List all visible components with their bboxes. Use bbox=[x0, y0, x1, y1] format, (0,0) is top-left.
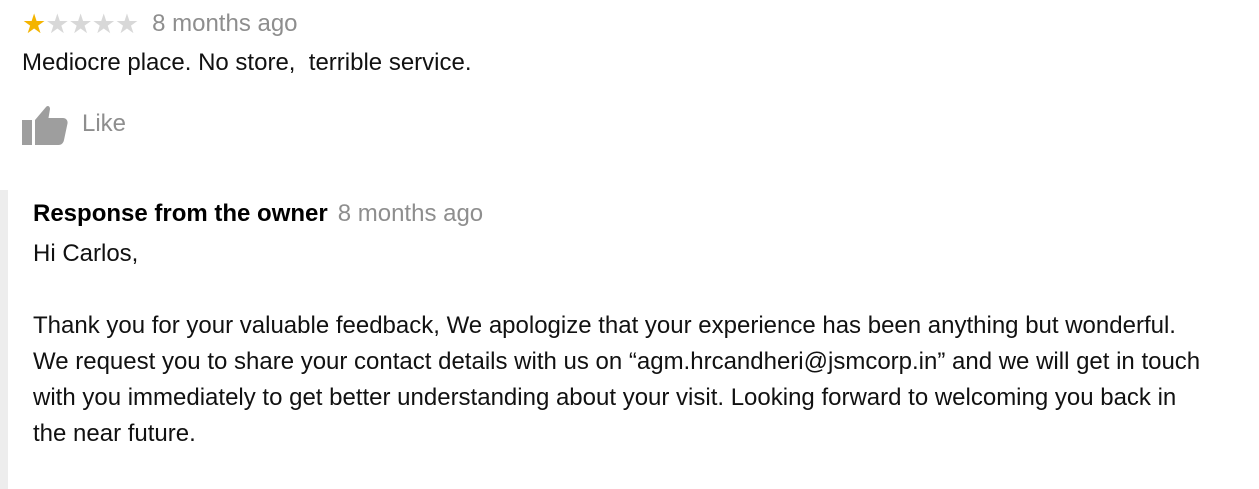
owner-response-greeting: Hi Carlos, bbox=[33, 240, 139, 267]
owner-response-body: Hi Carlos, Thank you for your valuable f… bbox=[33, 236, 1213, 452]
owner-response-header: Response from the owner 8 months ago bbox=[33, 200, 1222, 234]
owner-response-date: 8 months ago bbox=[337, 200, 484, 227]
review-text: Mediocre place. No store, terrible servi… bbox=[22, 49, 472, 76]
review-date: 8 months ago bbox=[152, 10, 298, 37]
star-icon: ★ bbox=[68, 9, 92, 39]
owner-response: Response from the owner 8 months ago Hi … bbox=[0, 190, 1222, 489]
star-icon: ★ bbox=[91, 9, 116, 39]
review-meta: ★ ★ ★ ★ ★ 8 months ago bbox=[22, 8, 1242, 40]
review: ★ ★ ★ ★ ★ 8 months ago Mediocre place. No st… bbox=[22, 8, 1242, 78]
owner-response-paragraph: Thank you for your valuable feedback, We… bbox=[33, 312, 1201, 447]
like-label: Like bbox=[82, 110, 127, 137]
like-button[interactable]: Like bbox=[22, 103, 126, 145]
star-icon: ★ bbox=[45, 9, 69, 39]
owner-response-title: Response from the owner bbox=[33, 200, 328, 227]
star-rating: ★ ★ ★ ★ ★ bbox=[22, 8, 139, 40]
star-icon: ★ bbox=[22, 9, 46, 39]
star-icon: ★ bbox=[114, 9, 139, 39]
thumbs-up-icon bbox=[22, 105, 68, 145]
